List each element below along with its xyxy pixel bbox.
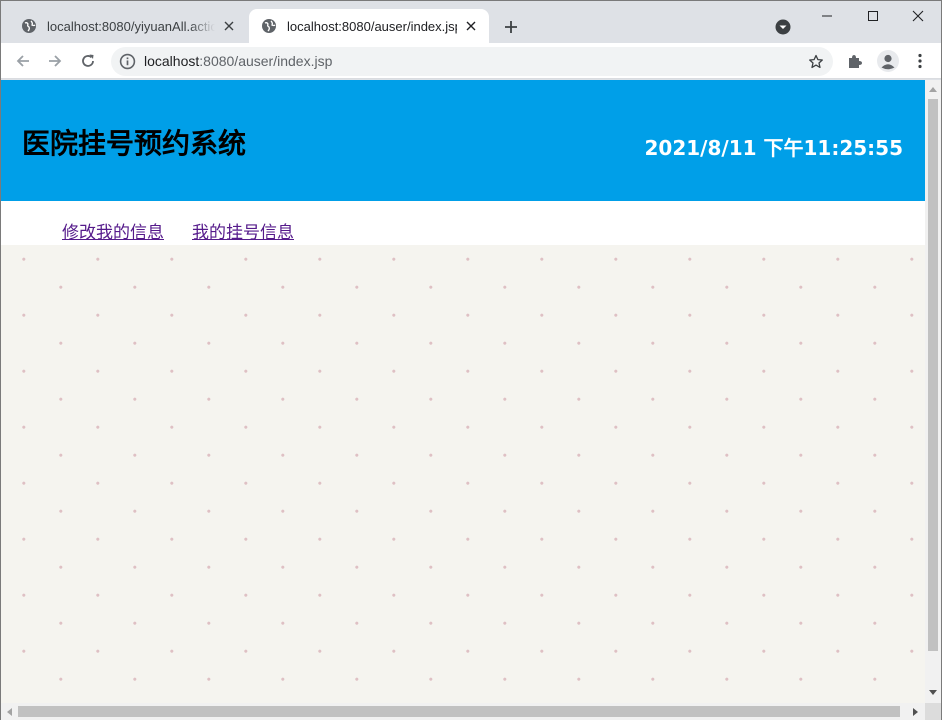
star-icon bbox=[809, 54, 823, 69]
tab-yiyuan-all[interactable]: localhost:8080/yiyuanAll.action bbox=[9, 9, 247, 43]
tab-title: localhost:8080/yiyuanAll.action bbox=[47, 18, 215, 34]
vertical-scrollbar[interactable] bbox=[925, 80, 941, 703]
scroll-right-icon[interactable] bbox=[908, 704, 924, 720]
nav-bar: 修改我的信息 我的挂号信息 bbox=[1, 201, 925, 245]
address-url[interactable]: localhost:8080/auser/index.jsp bbox=[144, 53, 332, 69]
extensions-button[interactable] bbox=[841, 47, 869, 75]
tab-search-button[interactable] bbox=[771, 15, 795, 39]
reload-button[interactable] bbox=[74, 47, 102, 75]
url-host: localhost bbox=[144, 53, 200, 69]
maximize-icon bbox=[868, 11, 878, 21]
globe-icon bbox=[262, 19, 276, 33]
reload-icon bbox=[82, 54, 94, 67]
current-time: 2021/8/11 下午11:25:55 bbox=[644, 136, 903, 160]
close-tab-icon[interactable] bbox=[463, 18, 479, 34]
new-tab-button[interactable] bbox=[499, 15, 523, 39]
puzzle-icon bbox=[849, 55, 862, 68]
browser-toolbar: localhost:8080/auser/index.jsp bbox=[1, 43, 941, 79]
close-tab-icon[interactable] bbox=[221, 18, 237, 34]
scroll-down-icon[interactable] bbox=[925, 685, 941, 701]
tab-strip: localhost:8080/yiyuanAll.action localhos… bbox=[1, 1, 941, 43]
tab-auser-index[interactable]: localhost:8080/auser/index.jsp bbox=[249, 9, 489, 43]
minimize-icon bbox=[822, 15, 832, 17]
profile-button[interactable] bbox=[874, 47, 902, 75]
minimize-button[interactable] bbox=[804, 1, 850, 31]
arrow-left-icon bbox=[16, 55, 29, 67]
close-window-button[interactable] bbox=[895, 1, 941, 31]
avatar-icon bbox=[877, 50, 899, 72]
scroll-left-icon[interactable] bbox=[1, 704, 17, 720]
maximize-button[interactable] bbox=[850, 1, 896, 31]
close-icon bbox=[912, 10, 924, 22]
arrow-right-icon bbox=[49, 55, 62, 67]
nav-link-edit-my-info[interactable]: 修改我的信息 bbox=[62, 218, 164, 243]
tab-title: localhost:8080/auser/index.jsp bbox=[287, 18, 457, 34]
plus-icon bbox=[505, 21, 517, 33]
scrollbar-corner bbox=[925, 703, 941, 720]
url-path: :8080/auser/index.jsp bbox=[199, 53, 333, 69]
page-header: 医院挂号预约系统 2021/8/11 下午11:25:55 bbox=[1, 80, 925, 201]
horizontal-scrollbar[interactable] bbox=[1, 703, 925, 720]
scroll-up-icon[interactable] bbox=[925, 81, 941, 97]
address-bar[interactable]: localhost:8080/auser/index.jsp bbox=[111, 47, 833, 76]
back-button[interactable] bbox=[9, 47, 37, 75]
vertical-scroll-thumb[interactable] bbox=[928, 99, 938, 651]
info-icon[interactable] bbox=[119, 53, 136, 70]
menu-button[interactable] bbox=[906, 47, 934, 75]
browser-window: localhost:8080/yiyuanAll.action localhos… bbox=[0, 0, 942, 720]
nav-link-my-registrations[interactable]: 我的挂号信息 bbox=[192, 218, 294, 243]
page-viewport: 医院挂号预约系统 2021/8/11 下午11:25:55 修改我的信息 我的挂… bbox=[1, 80, 925, 703]
site-title: 医院挂号预约系统 bbox=[22, 127, 247, 160]
forward-button[interactable] bbox=[41, 47, 69, 75]
globe-icon bbox=[22, 19, 36, 33]
bookmark-button[interactable] bbox=[805, 51, 827, 73]
chevron-down-circle-icon bbox=[775, 19, 791, 35]
horizontal-scroll-thumb[interactable] bbox=[18, 706, 900, 717]
kebab-menu-icon bbox=[918, 53, 922, 69]
